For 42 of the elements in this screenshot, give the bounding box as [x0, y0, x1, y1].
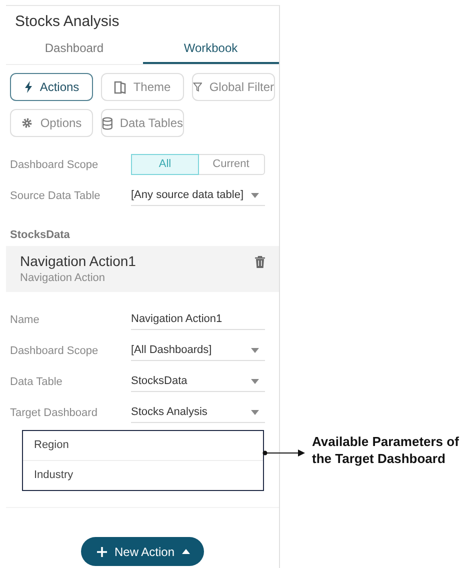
toolbar-button[interactable]: Actions: [10, 73, 93, 101]
panel-title: Stocks Analysis: [14, 12, 120, 32]
action-title: Navigation Action1: [20, 253, 136, 269]
field-label: Dashboard Scope: [10, 158, 100, 170]
caret-down-icon: [251, 410, 259, 414]
segmented-control[interactable]: All Current: [131, 154, 265, 175]
field-label: Name: [10, 314, 40, 326]
field-label: Data Table: [10, 376, 64, 388]
dropdown[interactable]: [All Dashboards]: [131, 340, 265, 360]
filter-icon: [193, 81, 202, 93]
plus-icon: [97, 546, 108, 556]
segment-option[interactable]: Current: [198, 155, 264, 174]
text-field[interactable]: Navigation Action1: [131, 310, 265, 330]
leader-line: [262, 449, 306, 457]
new-action-button[interactable]: New Action: [81, 537, 204, 566]
toolbar-button[interactable]: Options: [10, 109, 93, 137]
caret-down-icon: [251, 192, 259, 198]
action-card[interactable]: Navigation Action1 Navigation Action: [6, 246, 279, 292]
tab[interactable]: Workbook: [142, 36, 279, 64]
dropdown[interactable]: [Any source data table]: [131, 186, 265, 206]
toolbar-button[interactable]: Global Filter: [192, 73, 275, 101]
gear-icon: [21, 117, 34, 129]
trash-icon[interactable]: [255, 256, 265, 268]
annotation-text: Available Parameters of the Target Dashboard: [312, 433, 460, 467]
field-label: Dashboard Scope: [10, 344, 100, 356]
pages-icon: [114, 80, 126, 94]
caret-down-icon: [251, 378, 259, 384]
caret-up-icon: [182, 549, 190, 554]
field-label: Target Dashboard: [10, 406, 98, 418]
section-title: StocksData: [9, 228, 71, 243]
dropdown[interactable]: Stocks Analysis: [131, 402, 265, 422]
toolbar-button[interactable]: Data Tables: [101, 109, 184, 137]
database-icon: [102, 116, 113, 130]
tab[interactable]: Dashboard: [6, 36, 142, 64]
lightning-icon: [24, 81, 33, 93]
parameter-item[interactable]: Industry: [23, 460, 263, 490]
toolbar-button[interactable]: Theme: [101, 73, 184, 101]
caret-down-icon: [251, 348, 259, 352]
action-subtitle: Navigation Action: [20, 272, 106, 284]
dropdown[interactable]: StocksData: [131, 372, 265, 392]
parameter-item[interactable]: Region: [23, 431, 263, 460]
field-label: Source Data Table: [10, 190, 102, 202]
